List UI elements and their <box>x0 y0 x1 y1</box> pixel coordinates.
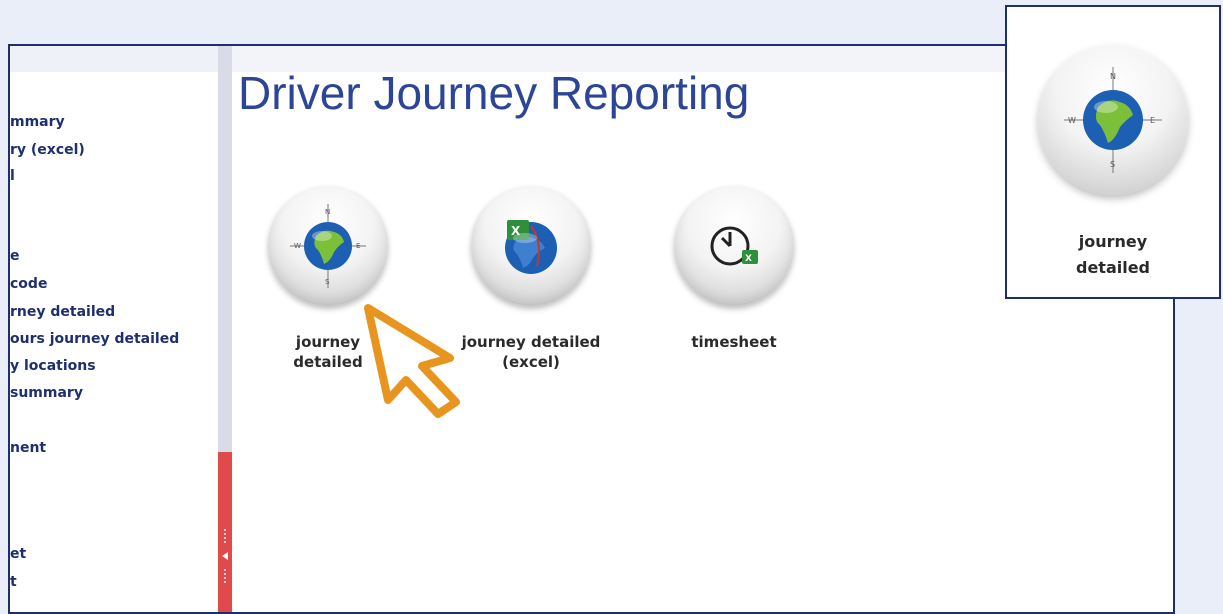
sidebar-item-e[interactable]: e <box>10 248 20 264</box>
globe-compass-icon: N S W E <box>1038 45 1188 195</box>
sidebar-item-ment[interactable]: nent <box>10 440 46 456</box>
svg-text:W: W <box>1068 116 1076 125</box>
sidebar-item-summary-excel[interactable]: ry (excel) <box>10 142 85 158</box>
sidebar-item-t[interactable]: t <box>10 574 17 590</box>
clock-excel-icon: X <box>674 186 794 306</box>
tile-label: timesheet <box>644 332 824 352</box>
globe-excel-icon: X <box>471 186 591 306</box>
globe-compass-icon: N S W E <box>268 186 388 306</box>
svg-text:W: W <box>294 242 301 250</box>
sidebar-item-et[interactable]: et <box>10 546 26 562</box>
sidebar-item-hours-journey-detailed[interactable]: ours journey detailed <box>10 331 179 347</box>
callout-label: journey detailed <box>1007 229 1219 281</box>
svg-text:E: E <box>356 242 360 250</box>
svg-text:N: N <box>1110 72 1116 81</box>
sidebar-item-code[interactable]: code <box>10 276 47 292</box>
tile-label-line1: timesheet <box>691 333 777 351</box>
sidebar-item-journey-detailed[interactable]: rney detailed <box>10 304 115 320</box>
sidebar-item-detailed[interactable]: l <box>10 168 15 184</box>
callout-zoom-tile: N S W E journey detailed <box>1005 5 1221 299</box>
svg-text:S: S <box>1110 160 1115 169</box>
callout-label-line1: journey <box>1078 232 1148 251</box>
app-frame: mmary ry (excel) l e code rney detailed … <box>8 44 1175 614</box>
callout-label-line2: detailed <box>1075 258 1151 277</box>
sidebar-item-summary-2[interactable]: summary <box>10 385 83 401</box>
svg-text:S: S <box>325 278 330 286</box>
sidebar-item-locations[interactable]: y locations <box>10 358 96 374</box>
svg-text:N: N <box>325 208 330 216</box>
svg-text:X: X <box>745 254 752 264</box>
cursor-arrow-icon <box>364 304 460 418</box>
sidebar-header-band <box>10 46 220 72</box>
page-title: Driver Journey Reporting <box>238 67 750 119</box>
sidebar: mmary ry (excel) l e code rney detailed … <box>10 46 220 612</box>
collapse-arrow-icon[interactable] <box>220 526 230 589</box>
sidebar-item-summary[interactable]: mmary <box>10 114 65 130</box>
tile-timesheet[interactable]: X timesheet <box>644 186 824 352</box>
svg-text:E: E <box>1150 116 1155 125</box>
